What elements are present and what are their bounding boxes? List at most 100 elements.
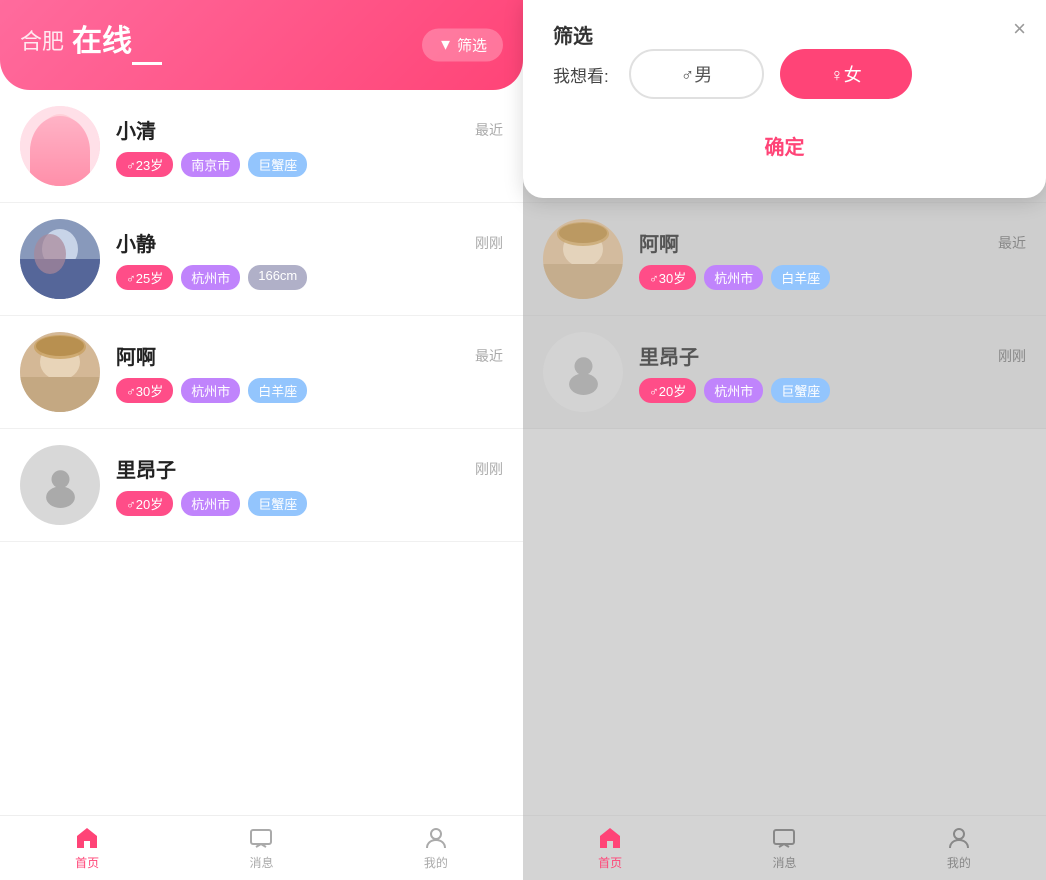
gender-female-button[interactable]: ♀女 (780, 49, 912, 99)
right-panel: 小静 刚刚 ♂25岁 杭州市 166cm (523, 0, 1046, 880)
user-info: 阿啊 最近 ♂30岁 杭州市 白羊座 (116, 341, 503, 403)
user-info: 小清 最近 ♂23岁 南京市 巨蟹座 (116, 115, 503, 177)
tag: ♂25岁 (116, 265, 173, 290)
tag: ♂30岁 (639, 265, 696, 290)
user-time: 刚刚 (475, 459, 503, 479)
list-item: 里昂子 刚刚 ♂20岁 杭州市 巨蟹座 (523, 316, 1046, 429)
right-bottom-nav: 首页 消息 我的 (523, 815, 1046, 880)
user-time: 刚刚 (475, 233, 503, 253)
user-time: 刚刚 (998, 346, 1026, 366)
messages-icon (248, 825, 274, 851)
tag: 166cm (248, 265, 307, 290)
tag: ♂30岁 (116, 378, 173, 403)
user-list: 小清 最近 ♂23岁 南京市 巨蟹座 (0, 90, 523, 815)
user-name-row: 里昂子 刚刚 (639, 341, 1026, 370)
tag: 白羊座 (248, 378, 307, 403)
tag: 巨蟹座 (248, 491, 307, 516)
user-tags: ♂30岁 杭州市 白羊座 (639, 265, 1026, 290)
user-tags: ♂20岁 杭州市 巨蟹座 (639, 378, 1026, 403)
tag: 杭州市 (181, 265, 240, 290)
left-header: 合肥 在线 ▼ 筛选 (0, 0, 523, 90)
user-name-row: 阿啊 最近 (639, 228, 1026, 257)
bottom-nav: 首页 消息 我的 (0, 815, 523, 880)
filter-button[interactable]: ▼ 筛选 (422, 29, 503, 62)
user-name-row: 小清 最近 (116, 115, 503, 144)
list-item[interactable]: 小静 刚刚 ♂25岁 杭州市 166cm (0, 203, 523, 316)
user-info: 小静 刚刚 ♂25岁 杭州市 166cm (116, 228, 503, 290)
profile-icon (423, 825, 449, 851)
user-name: 阿啊 (639, 228, 679, 257)
user-time: 最近 (475, 120, 503, 140)
tag: 南京市 (181, 152, 240, 177)
user-tags: ♂30岁 杭州市 白羊座 (116, 378, 503, 403)
user-info: 里昂子 刚刚 ♂20岁 杭州市 巨蟹座 (639, 341, 1026, 403)
nav-item-home[interactable]: 首页 (0, 816, 174, 880)
tag: 巨蟹座 (248, 152, 307, 177)
right-nav-item-home[interactable]: 首页 (523, 816, 697, 880)
nav-label-profile: 我的 (424, 854, 448, 871)
user-name: 里昂子 (639, 341, 699, 370)
confirm-button[interactable]: 确定 (553, 123, 1016, 168)
user-name-row: 小静 刚刚 (116, 228, 503, 257)
tag: 巨蟹座 (771, 378, 830, 403)
user-info: 里昂子 刚刚 ♂20岁 杭州市 巨蟹座 (116, 454, 503, 516)
list-item[interactable]: 里昂子 刚刚 ♂20岁 杭州市 巨蟹座 (0, 429, 523, 542)
avatar (543, 219, 623, 299)
list-item[interactable]: 小清 最近 ♂23岁 南京市 巨蟹座 (0, 90, 523, 203)
filter-row-gender: 我想看: ♂男 ♀女 (553, 49, 1016, 99)
user-name-row: 阿啊 最近 (116, 341, 503, 370)
nav-item-messages[interactable]: 消息 (174, 816, 348, 880)
tag: ♂20岁 (116, 491, 173, 516)
right-nav-item-messages[interactable]: 消息 (697, 816, 871, 880)
tag: 杭州市 (181, 378, 240, 403)
avatar (20, 106, 100, 186)
right-nav-label-messages: 消息 (772, 854, 796, 871)
nav-label-messages: 消息 (249, 854, 273, 871)
user-name: 里昂子 (116, 454, 176, 483)
user-tags: ♂25岁 杭州市 166cm (116, 265, 503, 290)
tag: 杭州市 (704, 265, 763, 290)
user-info: 阿啊 最近 ♂30岁 杭州市 白羊座 (639, 228, 1026, 290)
header-underline (132, 62, 162, 65)
home-icon (597, 825, 623, 851)
filter-modal: 筛选 × 我想看: ♂男 ♀女 确定 (523, 0, 1046, 198)
nav-label-home: 首页 (75, 854, 99, 871)
filter-icon: ▼ (438, 37, 453, 54)
nav-item-profile[interactable]: 我的 (349, 816, 523, 880)
right-list-bg: 小静 刚刚 ♂25岁 杭州市 166cm (523, 90, 1046, 815)
avatar (543, 332, 623, 412)
user-name-row: 里昂子 刚刚 (116, 454, 503, 483)
header-title: 在线 (72, 25, 132, 58)
user-tags: ♂23岁 南京市 巨蟹座 (116, 152, 503, 177)
gender-buttons: ♂男 ♀女 (629, 49, 912, 99)
user-tags: ♂20岁 杭州市 巨蟹座 (116, 491, 503, 516)
right-nav-item-profile[interactable]: 我的 (872, 816, 1046, 880)
user-name: 阿啊 (116, 341, 156, 370)
avatar (20, 219, 100, 299)
filter-close-button[interactable]: × (1013, 16, 1026, 42)
user-time: 最近 (475, 346, 503, 366)
user-time: 最近 (998, 233, 1026, 253)
tag: 杭州市 (704, 378, 763, 403)
right-nav-label-home: 首页 (598, 854, 622, 871)
left-panel: 合肥 在线 ▼ 筛选 小清 最近 (0, 0, 523, 880)
avatar (20, 445, 100, 525)
header-city: 合肥 (20, 24, 64, 56)
filter-modal-title: 筛选 (553, 26, 593, 48)
list-item[interactable]: 阿啊 最近 ♂30岁 杭州市 白羊座 (0, 316, 523, 429)
messages-icon (771, 825, 797, 851)
list-item: 阿啊 最近 ♂30岁 杭州市 白羊座 (523, 203, 1046, 316)
tag: ♂20岁 (639, 378, 696, 403)
avatar (20, 332, 100, 412)
user-name: 小清 (116, 115, 156, 144)
home-icon (74, 825, 100, 851)
header-title-wrap: 在线 (72, 16, 162, 65)
right-nav-label-profile: 我的 (947, 854, 971, 871)
tag: 杭州市 (181, 491, 240, 516)
filter-want-see-label: 我想看: (553, 62, 609, 87)
tag: 白羊座 (771, 265, 830, 290)
filter-label: 筛选 (457, 35, 487, 56)
user-name: 小静 (116, 228, 156, 257)
profile-icon (946, 825, 972, 851)
gender-male-button[interactable]: ♂男 (629, 49, 765, 99)
